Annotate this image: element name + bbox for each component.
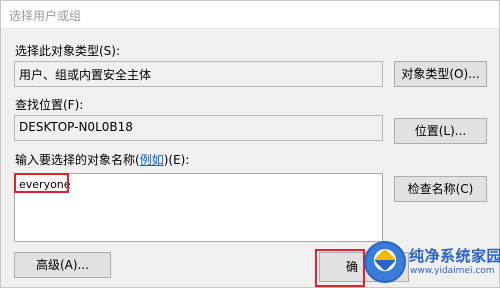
dialog-title: 选择用户或组 [9,9,82,23]
examples-link[interactable]: 例如 [140,153,164,167]
object-names-label: 输入要选择的对象名称(例如)(E): [15,151,189,168]
title-bar[interactable]: 选择用户或组 [1,1,499,29]
object-types-button[interactable]: 对象类型(O)... [394,61,487,87]
advanced-button[interactable]: 高级(A)... [14,252,111,278]
check-names-button-label: 检查名称(C) [407,182,474,196]
location-field: DESKTOP-N0L0B18 [14,115,383,141]
object-type-field: 用户、组或内置安全主体 [14,61,383,87]
object-names-label-suffix: )(E): [163,153,190,167]
object-names-value: everyone [19,178,71,191]
site-logo-icon [364,241,406,283]
locations-button[interactable]: 位置(L)... [394,118,487,144]
object-type-label: 选择此对象类型(S): [15,44,121,58]
object-types-button-label: 对象类型(O)... [401,67,480,81]
object-names-input[interactable]: everyone [14,173,383,242]
select-users-or-groups-dialog: 选择用户或组 选择此对象类型(S): 用户、组或内置安全主体 对象类型(O)..… [0,0,500,288]
location-value: DESKTOP-N0L0B18 [19,120,133,134]
location-label: 查找位置(F): [15,98,84,112]
site-watermark: 纯净系统家园 www.yidaimei.com [346,239,500,287]
object-type-value: 用户、组或内置安全主体 [19,68,152,82]
advanced-button-label: 高级(A)... [35,258,90,272]
locations-button-label: 位置(L)... [414,124,467,138]
site-logo-mark [373,248,397,272]
watermark-url: www.yidaimei.com [410,266,495,276]
check-names-button[interactable]: 检查名称(C) [394,176,487,202]
watermark-site-name: 纯净系统家园 [409,247,500,265]
object-names-label-prefix: 输入要选择的对象名称( [15,153,140,167]
